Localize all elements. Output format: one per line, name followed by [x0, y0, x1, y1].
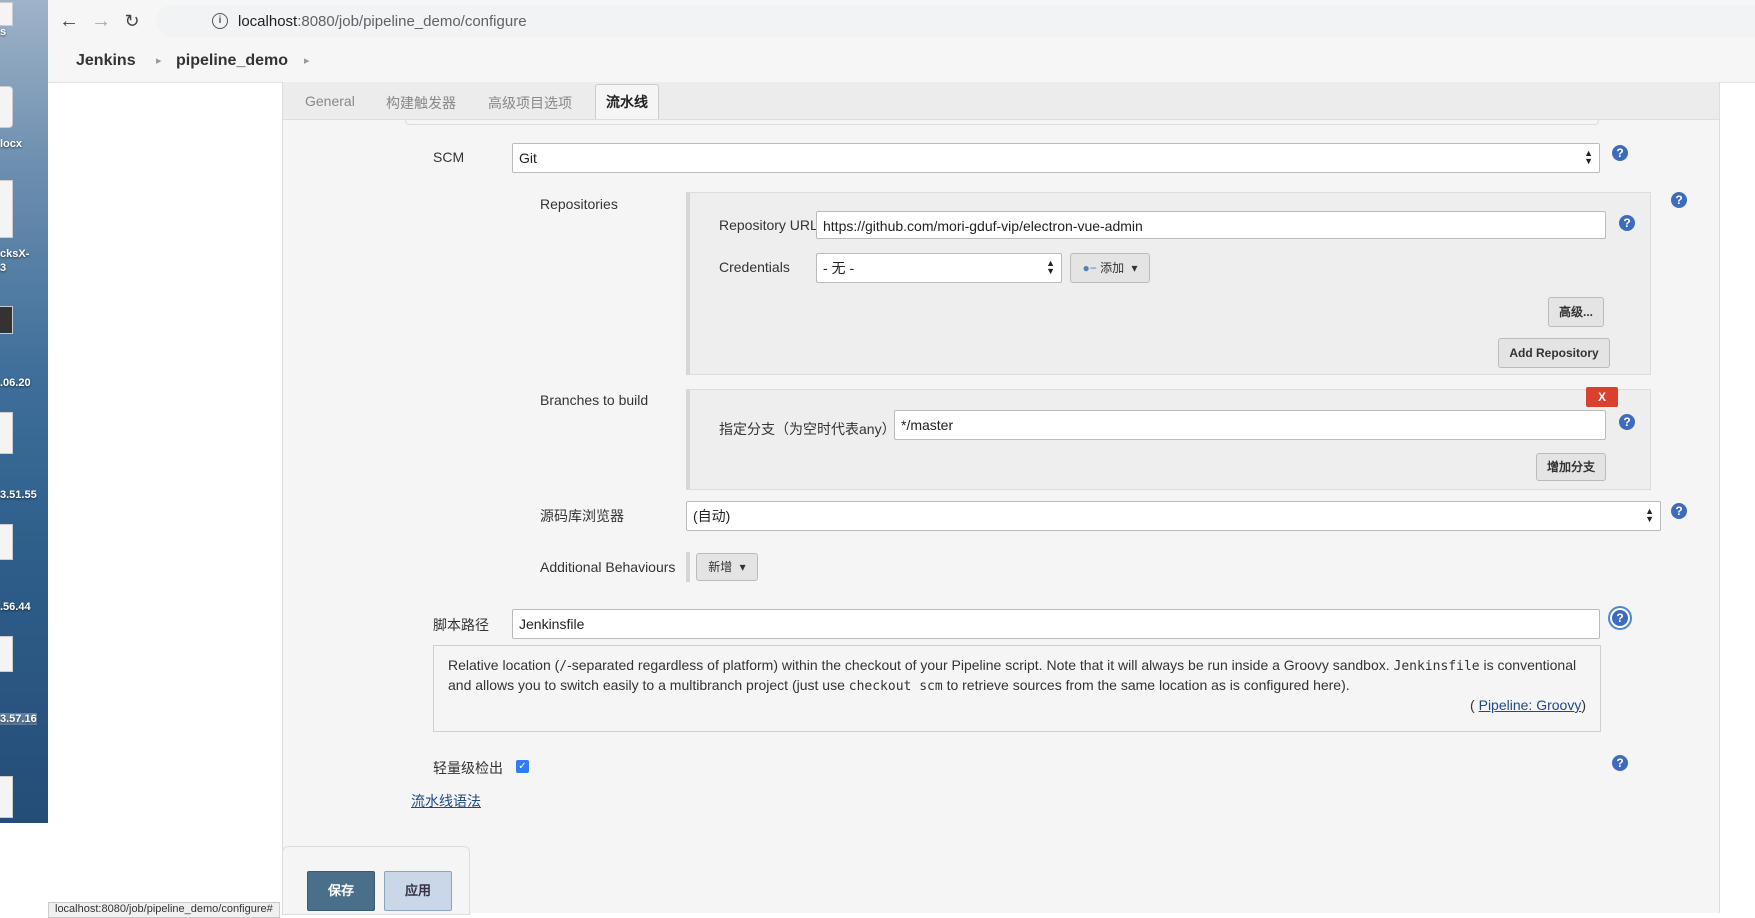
help-icon[interactable]: ? [1671, 192, 1687, 208]
lightweight-checkout-checkbox[interactable]: ✓ [516, 760, 529, 773]
link-prefix: ( [1470, 697, 1475, 713]
credentials-label: Credentials [719, 259, 790, 275]
link-suffix: ) [1581, 697, 1586, 713]
desktop-label: 3.51.55 [0, 489, 37, 501]
repository-browser-value: (自动) [693, 508, 731, 524]
section-divider [405, 120, 1599, 125]
select-arrows-icon: ▲ ▼ [1645, 506, 1654, 524]
help-icon[interactable]: ? [1619, 215, 1635, 231]
repository-browser-label: 源码库浏览器 [540, 508, 624, 524]
desktop-blank [0, 823, 48, 913]
plugin-link-row: ( Pipeline: Groovy) [448, 696, 1586, 715]
desktop-label: .56.44 [0, 601, 31, 613]
save-button[interactable]: 保存 [307, 871, 375, 911]
add-credentials-label: 添加 [1100, 261, 1125, 275]
tab-general[interactable]: General [305, 93, 355, 109]
scm-select[interactable]: Git ▲ ▼ [512, 143, 1600, 173]
url-text[interactable]: localhost:8080/job/pipeline_demo/configu… [238, 13, 527, 30]
desktop-label: cksX- [0, 248, 30, 260]
chevron-right-icon[interactable]: ▸ [304, 54, 310, 67]
scm-label: SCM [433, 149, 465, 165]
breadcrumb-jenkins[interactable]: Jenkins [76, 52, 136, 70]
pipeline-groovy-link[interactable]: Pipeline: Groovy [1479, 697, 1582, 713]
desktop-label: 3.57.16 [0, 713, 37, 725]
desktop-strip: s locx cksX- 3 .06.20 3.51.55 .56.44 3.5… [0, 0, 48, 823]
help-icon[interactable]: ? [1612, 755, 1628, 771]
chevron-right-icon: ▸ [156, 55, 162, 67]
help-icon[interactable]: ? [1671, 503, 1687, 519]
key-icon: ●− [1082, 261, 1097, 275]
credentials-select[interactable]: - 无 - ▲ ▼ [816, 253, 1062, 283]
script-path-help-text: Relative location (/-separated regardles… [433, 645, 1601, 732]
desktop-label: s [0, 26, 7, 38]
desktop-file-icon[interactable] [0, 180, 13, 238]
desktop-file-icon[interactable] [0, 636, 13, 672]
tab-build-triggers[interactable]: 构建触发器 [386, 93, 456, 113]
add-repository-button[interactable]: Add Repository [1498, 338, 1610, 368]
desktop-label: locx [0, 138, 23, 150]
desktop-label: .06.20 [0, 377, 31, 389]
branch-specifier-input[interactable]: */master [894, 410, 1606, 440]
repositories-box: Repository URL https://github.com/mori-g… [686, 192, 1651, 375]
add-behaviour-label: 新增 [708, 560, 733, 574]
branches-label: Branches to build [540, 392, 649, 408]
desktop-file-icon[interactable] [0, 412, 13, 454]
pipeline-syntax-link[interactable]: 流水线语法 [411, 791, 481, 811]
advanced-button[interactable]: 高级... [1548, 297, 1604, 327]
caret-down-icon: ▾ [1131, 261, 1138, 275]
select-arrows-icon: ▲ ▼ [1584, 148, 1593, 166]
breadcrumb-job[interactable]: pipeline_demo [176, 52, 288, 70]
help-text: Relative location ( [448, 657, 560, 673]
tab-pipeline[interactable]: 流水线 [595, 84, 659, 119]
help-code: checkout scm [848, 679, 943, 694]
help-icon[interactable]: ? [1619, 414, 1635, 430]
select-arrows-icon: ▲ ▼ [1046, 258, 1055, 276]
lightweight-checkout-label: 轻量级检出 [433, 760, 503, 776]
reload-icon[interactable]: ↻ [121, 10, 143, 32]
add-behaviour-button[interactable]: 新增 ▾ [696, 553, 758, 581]
tab-bar: General 构建触发器 高级项目选项 流水线 [283, 82, 1719, 120]
browser-toolbar: ← → ↻ i localhost:8080/job/pipeline_demo… [48, 0, 1755, 43]
repositories-label: Repositories [540, 196, 618, 212]
repository-url-label: Repository URL [719, 217, 818, 233]
additional-behaviours-label: Additional Behaviours [540, 559, 676, 575]
back-arrow-icon[interactable]: ← [58, 10, 80, 32]
desktop-file-icon[interactable] [0, 86, 13, 128]
tab-advanced-options[interactable]: 高级项目选项 [488, 93, 572, 113]
config-panel: General 构建触发器 高级项目选项 流水线 SCM Git ▲ ▼ ? Re… [282, 82, 1720, 913]
desktop-label: 3 [0, 262, 7, 274]
help-text: -separated regardless of platform) withi… [567, 657, 1390, 673]
add-branch-button[interactable]: 增加分支 [1536, 453, 1606, 481]
status-url: localhost:8080/job/pipeline_demo/configu… [48, 902, 280, 918]
help-code: Jenkinsfile [1393, 659, 1480, 674]
desktop-file-icon[interactable] [0, 306, 13, 334]
branches-box: X 指定分支（为空时代表any） */master ? 增加分支 [686, 387, 1651, 490]
scm-select-value: Git [519, 150, 537, 166]
help-icon[interactable]: ? [1612, 610, 1628, 626]
url-host: localhost [238, 13, 298, 30]
url-path: :8080/job/pipeline_demo/configure [297, 13, 527, 30]
repository-browser-select[interactable]: (自动) ▲ ▼ [686, 501, 1661, 531]
site-info-icon[interactable]: i [212, 13, 228, 29]
forward-arrow-icon[interactable]: → [90, 10, 112, 32]
branch-specifier-label: 指定分支（为空时代表any） [719, 421, 896, 437]
desktop-file-icon[interactable] [0, 524, 13, 560]
section-bar [686, 552, 690, 582]
form-actions: 保存 应用 [282, 846, 470, 915]
desktop-file-icon[interactable] [0, 2, 13, 26]
repository-url-input[interactable]: https://github.com/mori-gduf-vip/electro… [816, 211, 1606, 239]
delete-branch-button[interactable]: X [1586, 387, 1618, 407]
script-path-input[interactable]: Jenkinsfile [512, 609, 1600, 639]
breadcrumb: Jenkins ▸ pipeline_demo ▸ [48, 42, 1755, 83]
trash-icon[interactable] [0, 776, 13, 818]
help-code: / [559, 659, 568, 674]
add-credentials-button[interactable]: ●− 添加 ▾ [1070, 253, 1150, 283]
script-path-label: 脚本路径 [433, 617, 489, 633]
apply-button[interactable]: 应用 [384, 871, 452, 911]
help-icon[interactable]: ? [1612, 145, 1628, 161]
help-text: to retrieve sources from the same locati… [946, 677, 1350, 693]
address-bar[interactable]: i localhost:8080/job/pipeline_demo/confi… [156, 5, 1755, 37]
caret-down-icon: ▾ [739, 560, 746, 574]
credentials-select-value: - 无 - [823, 260, 855, 276]
